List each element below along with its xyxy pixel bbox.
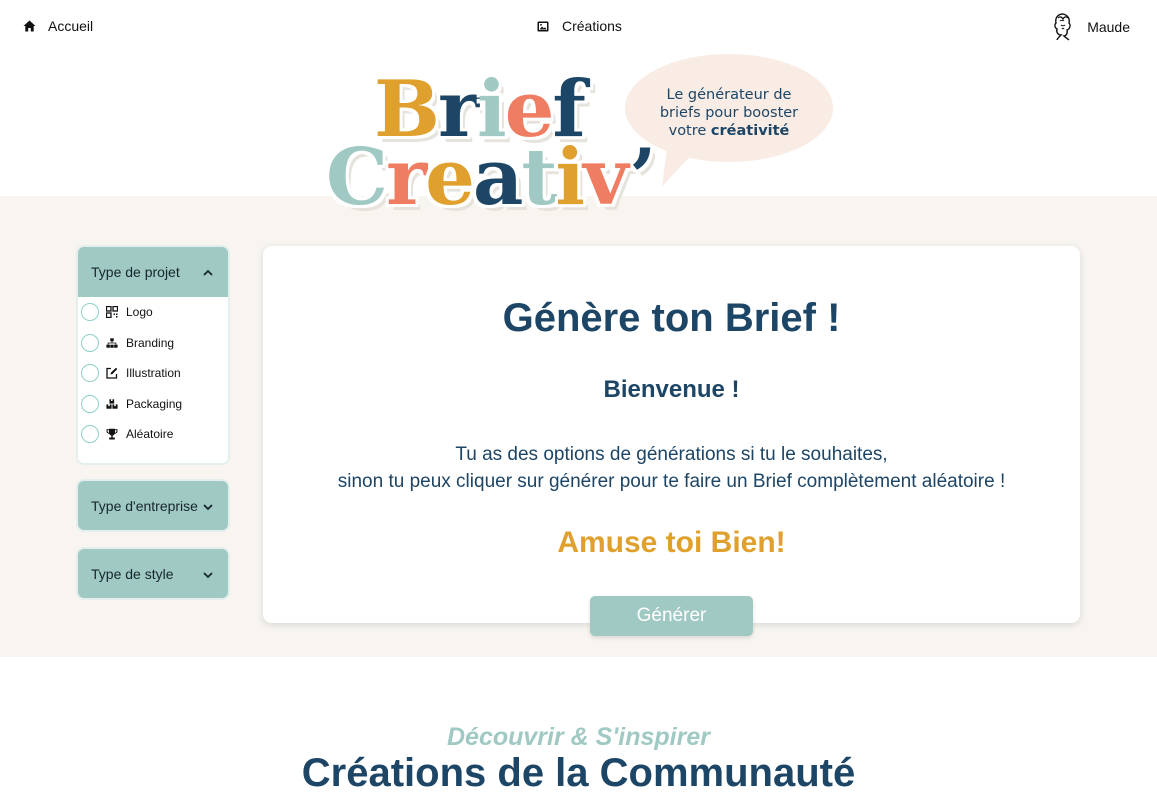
generate-button[interactable]: Générer bbox=[590, 596, 753, 636]
tagline: Le générateur de briefs pour booster vot… bbox=[640, 86, 818, 140]
option-label: Logo bbox=[126, 305, 153, 320]
option-packaging[interactable]: Packaging bbox=[78, 389, 228, 420]
filter-project-type: Type de projet Logo Branding Illustratio… bbox=[76, 245, 230, 465]
top-nav: Accueil Créations Maude bbox=[0, 0, 1157, 54]
card-description: Tu as des options de générations si tu l… bbox=[263, 441, 1080, 495]
image-icon bbox=[536, 19, 550, 33]
option-label: Aléatoire bbox=[126, 427, 174, 442]
nav-creations-link[interactable]: Créations bbox=[536, 18, 622, 34]
tagline-emphasis: créativité bbox=[710, 123, 790, 139]
filter-company-type: Type d'entreprise bbox=[76, 479, 230, 532]
logo-line-creativ: Creativ’ bbox=[326, 132, 656, 223]
logo-letter: C bbox=[326, 132, 388, 223]
logo-letter: r bbox=[386, 132, 427, 223]
user-name: Maude bbox=[1087, 19, 1130, 35]
logo-letter: a bbox=[472, 132, 524, 223]
tagline-line: Le générateur de bbox=[666, 87, 792, 103]
logo-letter: e bbox=[425, 132, 475, 223]
nav-home-label: Accueil bbox=[48, 18, 94, 34]
boxes-icon bbox=[106, 398, 118, 410]
nav-creations-label: Créations bbox=[562, 18, 622, 34]
option-label: Illustration bbox=[126, 366, 181, 381]
chevron-down-icon bbox=[202, 568, 214, 580]
logo-letter: i bbox=[555, 132, 585, 223]
filter-style-toggle[interactable]: Type de style bbox=[78, 549, 228, 598]
tagline-line: votre créativité bbox=[640, 122, 818, 140]
home-icon bbox=[22, 19, 36, 33]
filter-project-toggle[interactable]: Type de projet bbox=[78, 247, 228, 297]
option-logo[interactable]: Logo bbox=[78, 297, 228, 328]
project-options: Logo Branding Illustration Packaging Alé… bbox=[78, 297, 228, 450]
radio-button[interactable] bbox=[81, 364, 99, 383]
brand-logo[interactable]: Brief Creativ’ bbox=[326, 60, 656, 225]
option-illustration[interactable]: Illustration bbox=[78, 358, 228, 389]
option-label: Packaging bbox=[126, 396, 183, 411]
chevron-down-icon bbox=[202, 500, 214, 512]
edit-icon bbox=[106, 367, 118, 379]
logo-letter: t bbox=[521, 132, 557, 223]
filter-style-type: Type de style bbox=[76, 547, 230, 600]
card-welcome: Bienvenue ! bbox=[603, 376, 740, 403]
nav-home-link[interactable]: Accueil bbox=[22, 18, 93, 34]
option-branding[interactable]: Branding bbox=[78, 328, 228, 359]
card-description-line: sinon tu peux cliquer sur générer pour t… bbox=[337, 471, 1006, 492]
radio-button[interactable] bbox=[81, 303, 99, 322]
avatar bbox=[1051, 13, 1075, 41]
option-label: Branding bbox=[126, 335, 175, 350]
radio-button[interactable] bbox=[81, 425, 99, 444]
tagline-prefix: votre bbox=[668, 123, 707, 139]
user-menu[interactable]: Maude bbox=[1051, 13, 1130, 41]
filter-company-title: Type d'entreprise bbox=[91, 498, 198, 514]
filter-company-toggle[interactable]: Type d'entreprise bbox=[78, 481, 228, 530]
radio-button[interactable] bbox=[81, 394, 99, 413]
card-fun-text: Amuse toi Bien! bbox=[557, 526, 786, 559]
radio-button[interactable] bbox=[81, 333, 99, 352]
option-random[interactable]: Aléatoire bbox=[78, 419, 228, 450]
tagline-line: briefs pour booster bbox=[659, 105, 799, 121]
filter-style-title: Type de style bbox=[91, 566, 174, 582]
logo-letter: v bbox=[583, 132, 631, 223]
community-title: Créations de la Communauté bbox=[301, 751, 856, 795]
filter-project-title: Type de projet bbox=[91, 264, 180, 280]
card-description-line: Tu as des options de générations si tu l… bbox=[455, 444, 888, 465]
chevron-up-icon bbox=[202, 266, 214, 278]
community-kicker: Découvrir & S'inspirer bbox=[447, 723, 710, 751]
sitemap-icon bbox=[106, 337, 118, 349]
qr-icon bbox=[106, 306, 118, 319]
trophy-icon bbox=[106, 428, 118, 440]
card-title: Génère ton Brief ! bbox=[502, 296, 841, 340]
